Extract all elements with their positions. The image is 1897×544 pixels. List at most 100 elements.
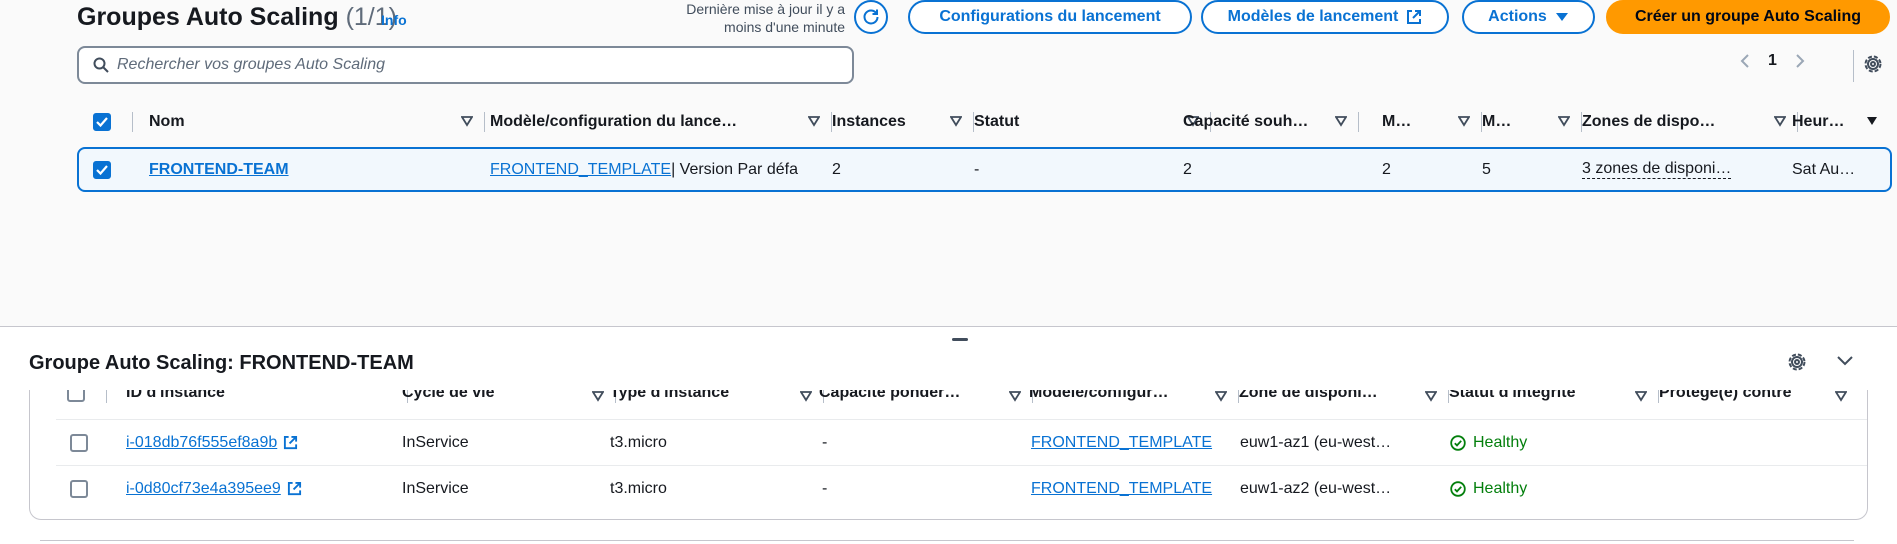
status-ok-icon — [1450, 480, 1466, 497]
instance-type-cell: t3.micro — [610, 433, 667, 451]
column-availability-zone[interactable]: Zone de disponi… — [1239, 390, 1449, 408]
column-label: ID d'instance — [126, 390, 225, 401]
column-min[interactable]: M… — [1382, 104, 1482, 140]
health-cell: Healthy — [1450, 420, 1650, 465]
template-link[interactable]: FRONTEND_TEMPLATE — [490, 161, 671, 179]
column-instances[interactable]: Instances — [832, 104, 974, 140]
template-link[interactable]: FRONTEND_TEMPLATE — [1031, 480, 1212, 498]
column-label: Zones de dispo… — [1582, 113, 1716, 130]
column-time[interactable]: Heur… — [1792, 104, 1890, 140]
sort-caret-icon — [1425, 391, 1437, 402]
sort-caret-icon — [1335, 116, 1347, 127]
actions-button[interactable]: Actions — [1462, 0, 1595, 34]
launch-configurations-label: Configurations du lancement — [939, 8, 1161, 25]
column-zones[interactable]: Zones de dispo… — [1582, 104, 1798, 140]
instances-table-header: ID d'instance Cycle de vie Type d'instan… — [30, 390, 1867, 420]
launch-configurations-button[interactable]: Configurations du lancement — [908, 0, 1192, 34]
previous-page-icon[interactable] — [1740, 53, 1750, 69]
row-checkbox[interactable] — [93, 160, 111, 179]
status-cell: - — [974, 160, 980, 178]
search-box[interactable] — [77, 46, 854, 84]
group-name-link[interactable]: FRONTEND-TEAM — [149, 161, 289, 179]
check-icon — [96, 117, 108, 127]
column-instance-type[interactable]: Type d'instance — [610, 390, 824, 408]
sort-caret-icon — [592, 391, 604, 402]
settings-gear-icon[interactable] — [1862, 53, 1884, 75]
column-status[interactable]: Statut — [974, 104, 1211, 140]
search-icon — [93, 57, 109, 73]
column-desired-capacity[interactable]: Capacité souh… — [1183, 104, 1359, 140]
search-input[interactable] — [109, 55, 819, 75]
row-checkbox[interactable] — [70, 479, 88, 498]
instance-id-link[interactable]: i-0d80cf73e4a395ee9 — [126, 480, 281, 498]
external-link-icon — [1407, 10, 1422, 24]
zones-popover-trigger[interactable]: 3 zones de disponi… — [1582, 160, 1732, 179]
column-label: Protégé(e) contre — [1659, 390, 1792, 401]
sort-caret-icon — [1635, 391, 1647, 402]
instances-table-card: ID d'instance Cycle de vie Type d'instan… — [29, 390, 1868, 520]
column-health-status[interactable]: Statut d'intégrité — [1449, 390, 1659, 408]
groups-table-header: Nom Modèle/configuration du lance… Insta… — [77, 104, 1892, 140]
group-name-cell: FRONTEND-TEAM — [149, 149, 469, 190]
resize-handle[interactable] — [952, 338, 968, 341]
column-label: Heur… — [1792, 113, 1845, 130]
info-link[interactable]: Info — [381, 12, 407, 28]
pager-divider — [1853, 50, 1854, 82]
column-divider — [484, 112, 485, 132]
sort-caret-icon — [808, 116, 820, 127]
column-template[interactable]: Modèle/configur… — [1029, 390, 1239, 408]
next-page-icon[interactable] — [1795, 53, 1805, 69]
table-row[interactable]: FRONTEND-TEAM FRONTEND_TEMPLATE | Versio… — [77, 147, 1892, 192]
external-link-icon[interactable] — [283, 435, 298, 450]
last-updated: Dernière mise à jour il y a moins d'une … — [660, 0, 845, 36]
max-capacity-cell: 5 — [1482, 160, 1491, 178]
column-name[interactable]: Nom — [149, 104, 485, 140]
select-all-cell — [93, 104, 133, 140]
groups-section: Groupes Auto Scaling (1/1) Info Dernière… — [0, 0, 1897, 326]
table-row[interactable]: i-0d80cf73e4a395ee9 InService t3.micro -… — [30, 466, 1867, 511]
column-label: Instances — [832, 113, 906, 130]
column-label: Capacité pondér… — [819, 390, 961, 401]
sort-caret-icon — [1835, 391, 1847, 402]
split-panel-divider — [0, 326, 1897, 327]
select-all-checkbox[interactable] — [67, 390, 85, 402]
column-max[interactable]: M… — [1482, 104, 1582, 140]
settings-gear-icon[interactable] — [1786, 351, 1808, 373]
row-checkbox[interactable] — [70, 433, 88, 452]
external-link-icon[interactable] — [287, 481, 302, 496]
column-divider — [1358, 112, 1359, 132]
template-cell: FRONTEND_TEMPLATE — [1031, 420, 1236, 465]
select-all-checkbox[interactable] — [93, 113, 111, 131]
create-group-button[interactable]: Créer un groupe Auto Scaling — [1606, 0, 1890, 34]
chevron-down-icon[interactable] — [1836, 354, 1854, 368]
column-instance-id[interactable]: ID d'instance — [126, 390, 408, 408]
row-select-cell — [93, 149, 123, 190]
time-cell: Sat Au… — [1792, 160, 1856, 178]
instance-id-link[interactable]: i-018db76f555ef8a9b — [126, 434, 277, 452]
zones-cell: 3 zones de disponi… — [1582, 149, 1782, 190]
table-row[interactable]: i-018db76f555ef8a9b InService t3.micro -… — [30, 420, 1867, 465]
desired-capacity-cell: 2 — [1183, 160, 1192, 178]
launch-templates-button[interactable]: Modèles de lancement — [1201, 0, 1449, 34]
last-updated-line1: Dernière mise à jour il y a — [686, 1, 845, 17]
min-capacity-cell: 2 — [1382, 160, 1391, 178]
lifecycle-cell: InService — [402, 479, 469, 497]
row-select-cell — [70, 466, 100, 511]
current-page[interactable]: 1 — [1768, 52, 1777, 70]
column-lifecycle[interactable]: Cycle de vie — [402, 390, 616, 408]
column-weighted-capacity[interactable]: Capacité pondér… — [819, 390, 1033, 408]
weighted-capacity-cell: - — [822, 433, 828, 451]
sort-caret-icon — [1458, 116, 1470, 127]
zone-cell: euw1-az1 (eu-west… — [1240, 433, 1392, 451]
sort-caret-icon — [1215, 391, 1227, 402]
column-label: M… — [1382, 113, 1412, 130]
column-divider — [106, 390, 107, 403]
sort-caret-filled-icon — [1867, 117, 1877, 125]
refresh-button[interactable] — [854, 0, 888, 34]
status-ok-icon — [1450, 434, 1466, 451]
column-label: Zone de disponi… — [1239, 390, 1378, 401]
column-template[interactable]: Modèle/configuration du lance… — [490, 104, 832, 140]
column-label: M… — [1482, 113, 1512, 130]
template-link[interactable]: FRONTEND_TEMPLATE — [1031, 434, 1212, 452]
column-protection[interactable]: Protégé(e) contre — [1659, 390, 1859, 408]
